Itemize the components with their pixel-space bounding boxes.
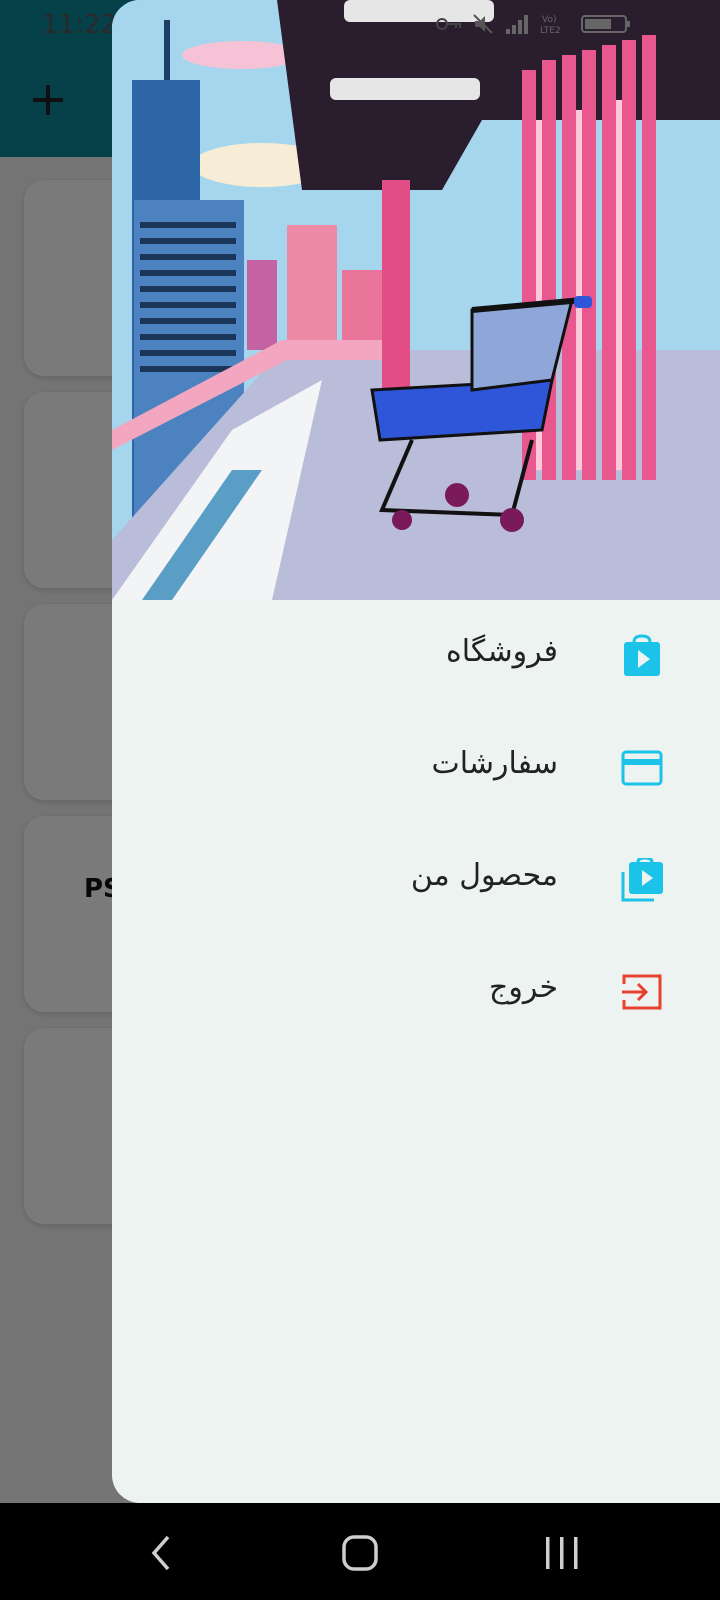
svg-text:LTE2: LTE2: [540, 26, 561, 36]
store-bag-icon: [620, 634, 664, 678]
menu-item-store[interactable]: فروشگاه: [112, 600, 720, 712]
status-time: 11:22: [42, 10, 117, 40]
menu-item-label: فروشگاه: [446, 634, 558, 669]
menu-item-label: محصول من: [410, 858, 558, 893]
key-icon: [436, 14, 462, 38]
recents-icon[interactable]: [540, 1531, 584, 1575]
menu-item-my-products[interactable]: محصول من: [112, 824, 720, 936]
menu-item-logout[interactable]: خروج: [112, 936, 720, 1048]
status-system-icons: Vo) LTE2: [436, 12, 676, 40]
menu-item-label: خروج: [489, 970, 558, 1005]
battery-icon: [580, 13, 634, 39]
menu-item-label: سفارشات: [431, 746, 558, 781]
logout-icon: [620, 970, 664, 1014]
navigation-drawer: فروشگاه سفارشات محصول من خروج: [112, 0, 720, 1503]
menu-item-orders[interactable]: سفارشات: [112, 712, 720, 824]
svg-text:Vo): Vo): [542, 15, 556, 25]
drawer-header-image: [112, 0, 720, 600]
volte-lte2-icon: Vo) LTE2: [540, 12, 570, 40]
credit-card-icon: [620, 746, 664, 790]
my-products-icon: [620, 856, 664, 902]
back-icon[interactable]: [140, 1531, 184, 1575]
signal-icon: [504, 13, 530, 39]
home-icon[interactable]: [338, 1531, 382, 1575]
mute-icon: [472, 13, 494, 39]
system-nav-bar: [0, 1503, 720, 1600]
